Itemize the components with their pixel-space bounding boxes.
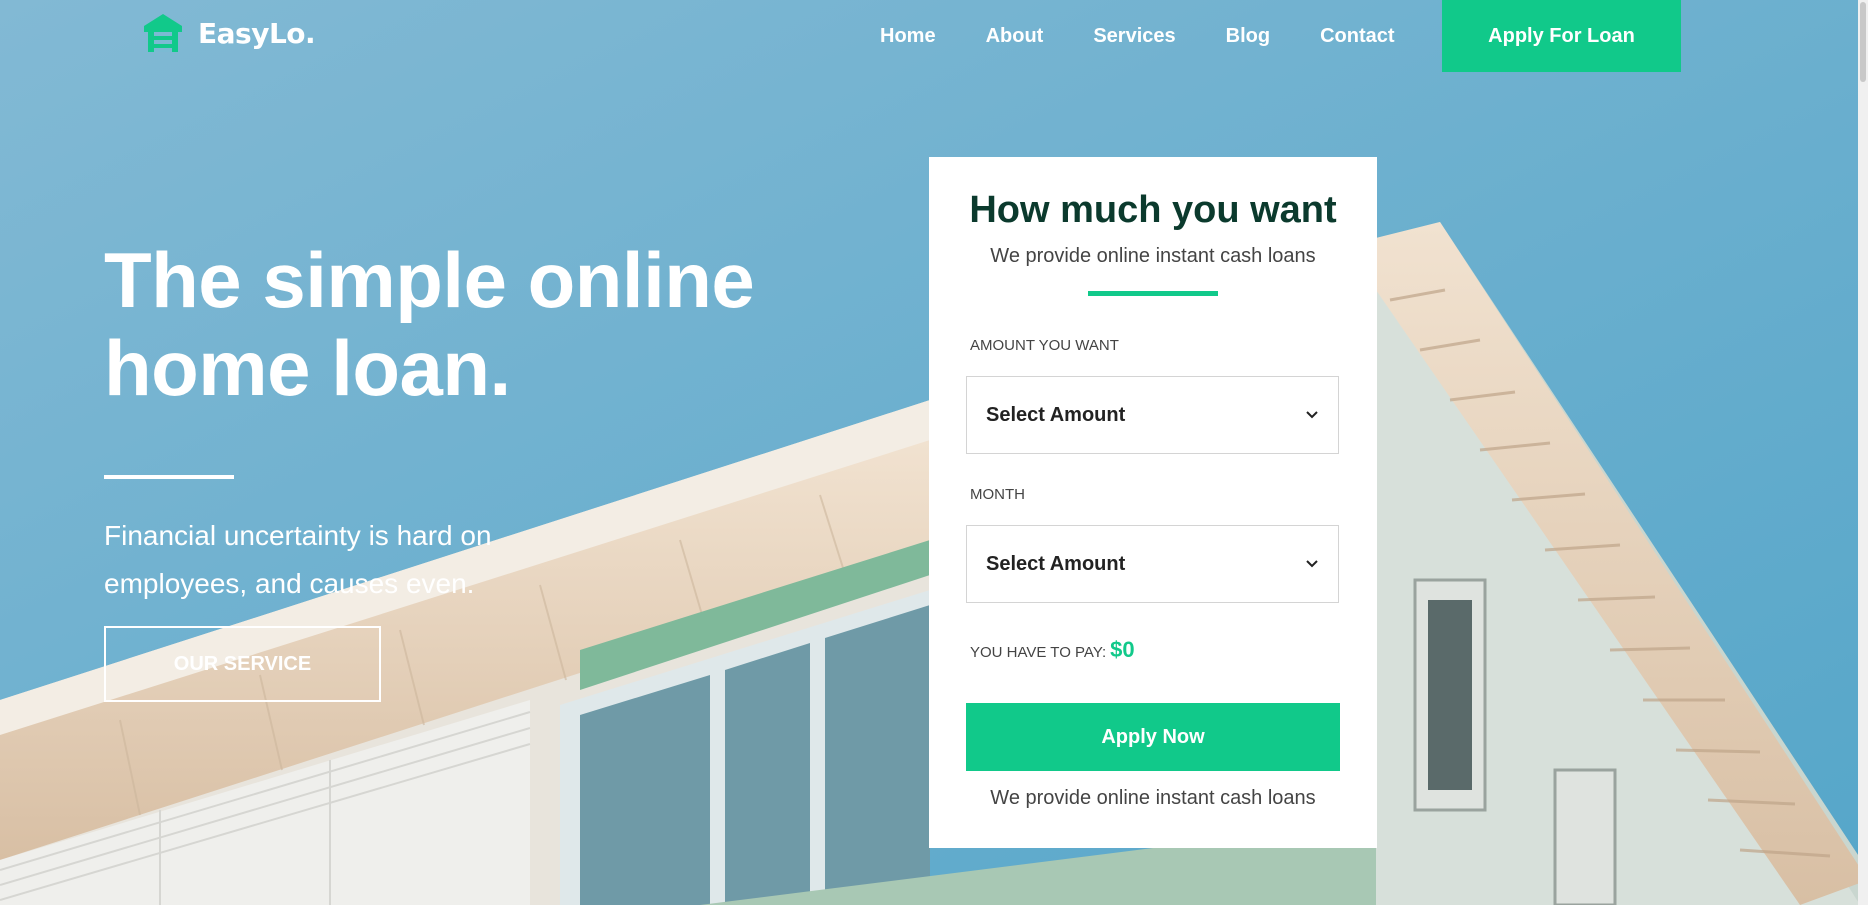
nav-services[interactable]: Services (1093, 25, 1175, 48)
pay-amount: $0 (1110, 637, 1135, 662)
page-scrollbar[interactable] (1858, 0, 1868, 905)
apply-for-loan-button[interactable]: Apply For Loan (1442, 0, 1681, 72)
hero-title-line-2: home loan. (104, 324, 511, 412)
brand-logo[interactable]: EasyLo. (140, 10, 316, 56)
hero-divider (104, 475, 234, 479)
card-divider (1088, 291, 1218, 296)
month-select-value: Select Amount (986, 552, 1126, 575)
pay-summary: YOU HAVE TO PAY: $0 (970, 637, 1135, 663)
card-title: How much you want (969, 189, 1337, 231)
apply-now-button[interactable]: Apply Now (966, 703, 1340, 771)
amount-label: AMOUNT YOU WANT (970, 337, 1119, 354)
hero-title: The simple online home loan. (104, 236, 824, 412)
card-subtitle: We provide online instant cash loans (990, 245, 1316, 267)
chevron-down-icon (1306, 411, 1318, 419)
month-label: MONTH (970, 486, 1025, 503)
amount-select-value: Select Amount (986, 403, 1126, 426)
our-service-button[interactable]: OUR SERVICE (104, 626, 381, 702)
nav-contact[interactable]: Contact (1320, 25, 1394, 48)
loan-calculator-card: How much you want We provide online inst… (929, 157, 1377, 848)
chevron-down-icon (1306, 560, 1318, 568)
pay-label: YOU HAVE TO PAY: (970, 644, 1107, 661)
hero-subtitle: Financial uncertainty is hard on employe… (104, 520, 492, 599)
house-icon (140, 10, 186, 56)
nav-blog[interactable]: Blog (1226, 25, 1270, 48)
month-select[interactable]: Select Amount (966, 525, 1339, 603)
main-nav: Home About Services Blog Contact (880, 0, 1417, 72)
hero-title-line-1: The simple online (104, 236, 755, 324)
brand-name: EasyLo. (198, 16, 316, 50)
nav-about[interactable]: About (986, 25, 1044, 48)
nav-home[interactable]: Home (880, 25, 936, 48)
scrollbar-thumb[interactable] (1860, 2, 1866, 82)
card-footer-note: We provide online instant cash loans (990, 787, 1316, 809)
amount-select[interactable]: Select Amount (966, 376, 1339, 454)
